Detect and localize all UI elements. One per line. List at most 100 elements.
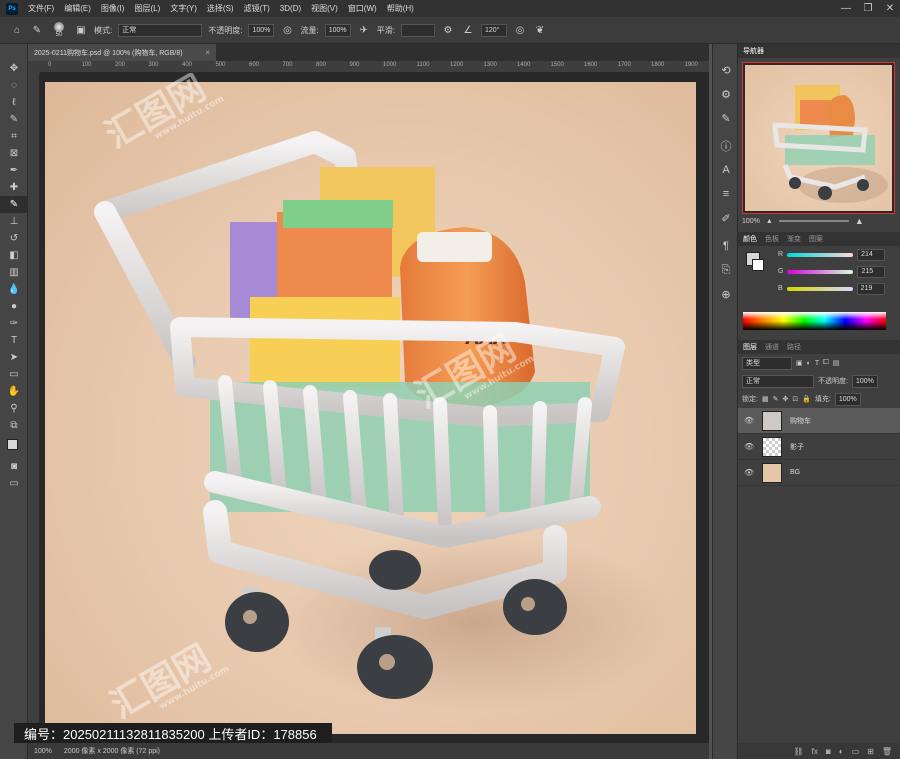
- pressure-size-icon[interactable]: ◎: [513, 23, 527, 37]
- marquee-tool-icon[interactable]: ◌: [0, 77, 28, 94]
- close-tab-icon[interactable]: ×: [205, 48, 210, 57]
- layer-row-bg[interactable]: 👁 BG: [738, 460, 900, 486]
- menu-help[interactable]: 帮助(H): [382, 3, 419, 14]
- canvas-workspace[interactable]: AAA 汇图网 汇图网 汇图网 www.huitu.com www.huitu.…: [40, 73, 709, 743]
- smoothing-field[interactable]: [400, 23, 435, 37]
- layer-row-cart[interactable]: 👁 购物车: [738, 408, 900, 434]
- eye-icon[interactable]: 👁: [744, 416, 754, 425]
- tab-channels[interactable]: 通道: [765, 342, 779, 352]
- hand-tool-icon[interactable]: ✋: [0, 383, 28, 400]
- layer-opacity-field[interactable]: 100%: [851, 374, 878, 388]
- eye-icon[interactable]: 👁: [744, 442, 754, 451]
- shape-tool-icon[interactable]: ▭: [0, 366, 28, 383]
- healing-tool-icon[interactable]: ✚: [0, 179, 28, 196]
- screen-mode-icon[interactable]: ▭: [0, 475, 28, 492]
- path-select-tool-icon[interactable]: ➤: [0, 349, 28, 366]
- fill-field[interactable]: 100%: [834, 392, 861, 406]
- frame-tool-icon[interactable]: ⊠: [0, 145, 28, 162]
- tab-gradients[interactable]: 渐变: [787, 234, 801, 244]
- document-tab[interactable]: 2025-0211购物车.psd @ 100% (购物车, RGB/8) ×: [28, 44, 216, 61]
- dodge-tool-icon[interactable]: ●: [0, 298, 28, 315]
- tab-patterns[interactable]: 图案: [809, 234, 823, 244]
- color-panel-background-swatch[interactable]: [752, 259, 764, 271]
- lock-all-icon[interactable]: 🔒: [802, 395, 811, 403]
- filter-smart-icon[interactable]: ▤: [833, 359, 840, 367]
- gradient-tool-icon[interactable]: ▥: [0, 264, 28, 281]
- red-value-field[interactable]: 214: [857, 248, 886, 261]
- history-brush-icon[interactable]: ↺: [0, 230, 28, 247]
- pressure-opacity-icon[interactable]: ◎: [280, 23, 294, 37]
- foreground-color-swatch[interactable]: [6, 438, 18, 450]
- history-panel-icon[interactable]: ⟲: [713, 58, 739, 82]
- new-layer-icon[interactable]: ⊞: [867, 747, 874, 756]
- lock-image-icon[interactable]: ✎: [773, 395, 779, 403]
- new-group-icon[interactable]: ▭: [852, 747, 860, 756]
- eye-icon[interactable]: 👁: [744, 468, 754, 477]
- menu-image[interactable]: 图像(I): [96, 3, 130, 14]
- ruler-corner[interactable]: [28, 61, 40, 73]
- blur-tool-icon[interactable]: 💧: [0, 281, 28, 298]
- lock-position-icon[interactable]: ✥: [782, 395, 788, 403]
- adjustments-panel-icon[interactable]: ≡: [713, 182, 739, 206]
- layer-style-icon[interactable]: fx: [812, 747, 818, 756]
- blue-value-field[interactable]: 219: [856, 282, 885, 295]
- minimize-icon[interactable]: —: [836, 0, 856, 17]
- status-zoom[interactable]: 100%: [34, 748, 52, 755]
- brush-tool-icon[interactable]: ✎: [0, 196, 28, 213]
- menu-window[interactable]: 窗口(W): [343, 3, 382, 14]
- link-layers-icon[interactable]: ⛓: [794, 747, 804, 756]
- move-tool-icon[interactable]: ✥: [0, 60, 28, 77]
- filter-type-icon[interactable]: T: [815, 360, 819, 367]
- info-panel-icon[interactable]: ⓘ: [713, 134, 739, 158]
- menu-select[interactable]: 选择(S): [202, 3, 239, 14]
- angle-field[interactable]: 120°: [480, 23, 507, 37]
- zoom-in-icon[interactable]: ▲: [855, 216, 864, 226]
- navigator-zoom-value[interactable]: 100%: [742, 218, 760, 225]
- restore-icon[interactable]: ❐: [858, 0, 878, 17]
- menu-3d[interactable]: 3D(D): [275, 4, 306, 13]
- lock-artboard-icon[interactable]: ⊡: [792, 395, 798, 403]
- filter-adjust-icon[interactable]: ◐: [807, 360, 811, 367]
- delete-layer-icon[interactable]: 🗑: [882, 747, 892, 756]
- add-mask-icon[interactable]: ◙: [826, 747, 831, 756]
- status-doc-size[interactable]: 2000 像素 x 2000 像素 (72 ppi): [64, 746, 160, 756]
- navigator-nav-icon[interactable]: ⊕: [713, 282, 739, 306]
- tab-color[interactable]: 颜色: [743, 234, 757, 244]
- flow-field[interactable]: 100%: [324, 23, 351, 37]
- properties-panel-icon[interactable]: ⚙: [713, 82, 739, 106]
- layer-filter-select[interactable]: 类型: [742, 356, 792, 370]
- tab-paths[interactable]: 路径: [787, 342, 801, 352]
- brush-settings-icon[interactable]: ▣: [74, 23, 88, 37]
- eyedropper-tool-icon[interactable]: ✒: [0, 162, 28, 179]
- filter-shape-icon[interactable]: ⧠: [823, 359, 829, 367]
- gear-icon[interactable]: ⚙: [441, 23, 455, 37]
- airbrush-icon[interactable]: ✈: [357, 23, 371, 37]
- quick-select-tool-icon[interactable]: ✎: [0, 111, 28, 128]
- blend-mode-select[interactable]: 正常: [742, 374, 814, 388]
- navigator-zoom-slider[interactable]: [778, 220, 849, 222]
- pen-tool-icon[interactable]: ✑: [0, 315, 28, 332]
- red-slider[interactable]: [787, 252, 854, 257]
- default-colors-icon[interactable]: ⧉: [0, 417, 28, 434]
- color-swatches[interactable]: [0, 434, 28, 458]
- navigator-thumbnail[interactable]: [742, 62, 895, 214]
- mode-select[interactable]: 正常: [118, 23, 203, 37]
- opacity-field[interactable]: 100%: [248, 23, 275, 37]
- filter-pixel-icon[interactable]: ▣: [796, 359, 803, 367]
- close-window-icon[interactable]: ✕: [880, 0, 900, 17]
- quick-mask-icon[interactable]: ◙: [0, 458, 28, 475]
- tab-layers[interactable]: 图层: [743, 342, 757, 352]
- menu-view[interactable]: 视图(V): [306, 3, 343, 14]
- document-canvas[interactable]: AAA: [45, 82, 696, 734]
- color-spectrum[interactable]: [743, 312, 886, 330]
- blue-slider[interactable]: [786, 286, 853, 291]
- menu-type[interactable]: 文字(Y): [165, 3, 202, 14]
- green-value-field[interactable]: 215: [857, 265, 886, 278]
- crop-tool-icon[interactable]: ⌗: [0, 128, 28, 145]
- brush-preset-icon[interactable]: ✎: [30, 23, 44, 37]
- horizontal-ruler[interactable]: 0 100 200 300 400 500 600 700 800 900 1000 1100 1200…: [40, 61, 709, 73]
- tab-swatches[interactable]: 色板: [765, 234, 779, 244]
- menu-edit[interactable]: 编辑(E): [59, 3, 96, 14]
- brush-panel-icon[interactable]: ✎: [713, 106, 739, 130]
- tab-navigator[interactable]: 导航器: [743, 46, 764, 56]
